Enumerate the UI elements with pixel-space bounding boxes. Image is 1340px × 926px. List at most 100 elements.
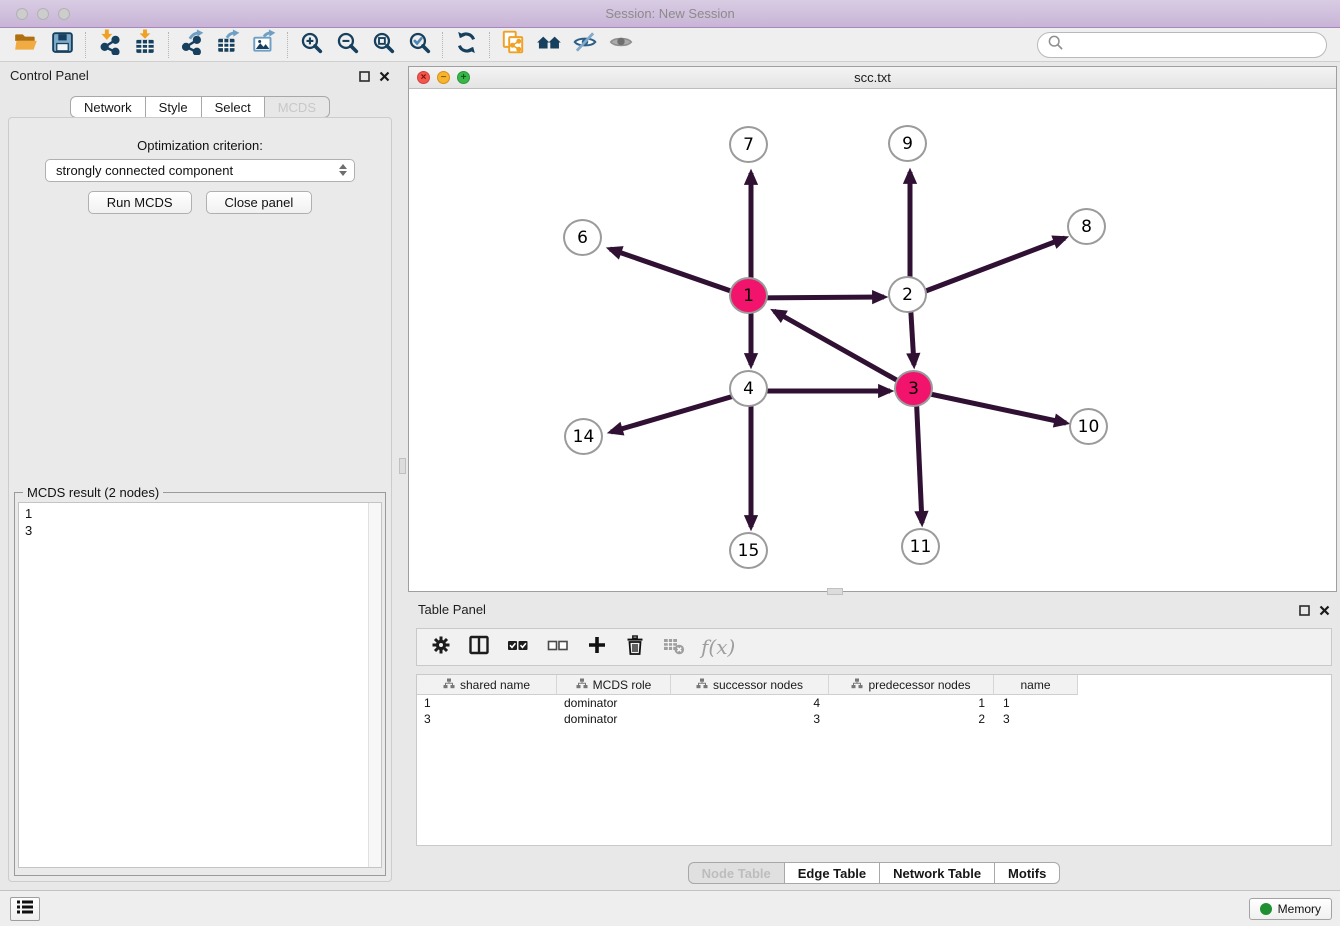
network-window-titlebar[interactable]: × − + scc.txt (409, 67, 1336, 89)
graph-edge-2-8[interactable] (910, 238, 1065, 297)
window-title: Session: New Session (0, 6, 1340, 21)
cell-name[interactable]: 3 (994, 711, 1078, 727)
table-columns-button[interactable] (468, 634, 490, 661)
open-session-button[interactable] (8, 30, 44, 60)
tab-motifs[interactable]: Motifs (994, 862, 1060, 884)
cell-predecessor-nodes[interactable]: 2 (829, 711, 994, 727)
network-canvas[interactable]: 1 2 3 4 6 7 8 9 10 11 14 15 (409, 89, 1336, 591)
graph-edge-1-2[interactable] (751, 297, 884, 298)
graph-edge-4-14[interactable] (611, 391, 751, 432)
table-row[interactable]: 3 dominator 3 2 3 (417, 711, 1331, 727)
graph-node-4[interactable]: 4 (729, 370, 768, 407)
tab-edge-table[interactable]: Edge Table (784, 862, 880, 884)
graph-edge-3-1[interactable] (774, 311, 916, 391)
cell-predecessor-nodes[interactable]: 1 (829, 695, 994, 711)
zoom-in-button[interactable] (293, 30, 329, 60)
close-panel-icon[interactable] (379, 69, 390, 87)
main-toolbar (0, 28, 1340, 62)
zoom-out-button[interactable] (329, 30, 365, 60)
search-box[interactable] (1037, 32, 1327, 58)
graph-node-11[interactable]: 11 (901, 528, 940, 565)
cell-name[interactable]: 1 (994, 695, 1078, 711)
tab-network-table[interactable]: Network Table (879, 862, 995, 884)
graph-node-1[interactable]: 1 (729, 277, 768, 314)
task-history-button[interactable] (10, 897, 40, 921)
table-panel: Table Panel f(x) shared name MCD (408, 596, 1340, 890)
cell-mcds-role[interactable]: dominator (557, 695, 671, 711)
zoom-in-icon (299, 30, 324, 60)
refresh-network-button[interactable] (448, 30, 484, 60)
optimization-criterion-select[interactable]: strongly connected component (45, 159, 355, 182)
import-table-button[interactable] (127, 30, 163, 60)
graph-node-9[interactable]: 9 (888, 125, 927, 162)
float-panel-icon[interactable] (1299, 603, 1310, 621)
function-builder-button[interactable]: f(x) (701, 635, 735, 659)
panel-splitter-handle[interactable] (399, 458, 406, 474)
column-header-predecessor-nodes[interactable]: predecessor nodes (829, 675, 994, 695)
save-session-button[interactable] (44, 30, 80, 60)
import-table-icon (132, 29, 158, 60)
show-home-button[interactable] (531, 30, 567, 60)
graph-node-8[interactable]: 8 (1067, 208, 1106, 245)
add-column-button[interactable] (586, 634, 608, 661)
graph-edge-3-10[interactable] (916, 391, 1066, 423)
export-table-button[interactable] (210, 30, 246, 60)
cell-shared-name[interactable]: 3 (417, 711, 557, 727)
toolbar-separator (287, 32, 288, 58)
graph-node-6[interactable]: 6 (563, 219, 602, 256)
control-panel: Control Panel Network Style Select MCDS … (0, 62, 400, 890)
mcds-result-value: 1 (19, 503, 381, 522)
show-all-button[interactable] (603, 30, 639, 60)
cell-successor-nodes[interactable]: 4 (671, 695, 829, 711)
run-mcds-button[interactable]: Run MCDS (88, 191, 192, 214)
export-network-button[interactable] (174, 30, 210, 60)
column-label: MCDS role (593, 678, 652, 692)
table-row[interactable]: 1 dominator 4 1 1 (417, 695, 1331, 711)
result-scrollbar[interactable] (368, 503, 381, 867)
tab-select[interactable]: Select (201, 96, 265, 118)
export-image-button[interactable] (246, 30, 282, 60)
column-label: successor nodes (713, 678, 803, 692)
toolbar-separator (442, 32, 443, 58)
delete-column-button[interactable] (624, 634, 646, 661)
close-panel-icon[interactable] (1319, 603, 1330, 621)
search-icon (1047, 34, 1064, 56)
import-network-button[interactable] (91, 30, 127, 60)
table-settings-button[interactable] (430, 634, 452, 661)
tab-network[interactable]: Network (70, 96, 146, 118)
cell-successor-nodes[interactable]: 3 (671, 711, 829, 727)
graph-edge-3-11[interactable] (916, 391, 922, 523)
graph-node-14[interactable]: 14 (564, 418, 603, 455)
zoom-selected-button[interactable] (401, 30, 437, 60)
cell-shared-name[interactable]: 1 (417, 695, 557, 711)
cell-mcds-role[interactable]: dominator (557, 711, 671, 727)
column-header-shared-name[interactable]: shared name (417, 675, 557, 695)
graph-node-10[interactable]: 10 (1069, 408, 1108, 445)
select-all-button[interactable] (506, 634, 530, 661)
float-panel-icon[interactable] (359, 69, 370, 87)
column-header-name[interactable]: name (994, 675, 1078, 695)
graph-node-15[interactable]: 15 (729, 532, 768, 569)
toolbar-separator (85, 32, 86, 58)
graph-node-2[interactable]: 2 (888, 276, 927, 313)
memory-button[interactable]: Memory (1249, 898, 1332, 920)
tab-node-table[interactable]: Node Table (688, 862, 785, 884)
deselect-all-button[interactable] (546, 634, 570, 661)
mcds-pane: Optimization criterion: strongly connect… (8, 117, 392, 882)
column-header-mcds-role[interactable]: MCDS role (557, 675, 671, 695)
graph-node-7[interactable]: 7 (729, 126, 768, 163)
tab-mcds[interactable]: MCDS (264, 96, 330, 118)
tab-style[interactable]: Style (145, 96, 202, 118)
search-input[interactable] (1069, 37, 1317, 52)
delete-table-button[interactable] (662, 634, 685, 661)
toolbar-separator (489, 32, 490, 58)
mcds-result-area[interactable]: 1 3 (18, 502, 382, 868)
control-panel-title: Control Panel (10, 68, 89, 83)
column-header-successor-nodes[interactable]: successor nodes (671, 675, 829, 695)
graph-node-3[interactable]: 3 (894, 370, 933, 407)
network-from-selection-button[interactable] (495, 30, 531, 60)
hide-selected-button[interactable] (567, 30, 603, 60)
fit-content-button[interactable] (365, 30, 401, 60)
close-panel-button[interactable]: Close panel (206, 191, 313, 214)
save-floppy-icon (50, 30, 75, 60)
